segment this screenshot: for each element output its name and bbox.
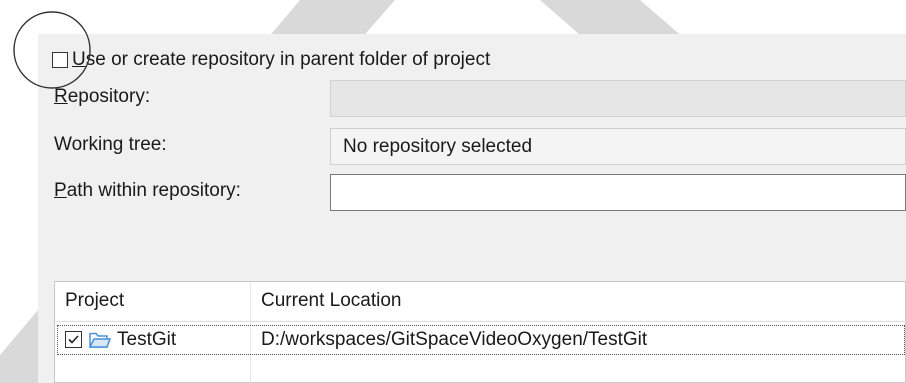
share-project-dialog: Use or create repository in parent folde…	[0, 0, 906, 383]
folder-icon	[89, 332, 111, 348]
use-parent-repo-label: Use or create repository in parent folde…	[72, 49, 491, 70]
repository-field	[330, 80, 906, 117]
working-tree-field: No repository selected	[330, 128, 906, 165]
highlight-circle	[13, 11, 91, 89]
current-location-cell: D:/workspaces/GitSpaceVideoOxygen/TestGi…	[261, 329, 648, 350]
working-tree-label: Working tree:	[54, 134, 167, 155]
highlight-circle-ring	[13, 11, 91, 89]
git-repository-panel: Use or create repository in parent folde…	[38, 34, 906, 383]
project-name-cell: TestGit	[117, 329, 177, 350]
column-header-current-location[interactable]: Current Location	[251, 282, 906, 321]
table-row[interactable]: TestGit D:/workspaces/GitSpaceVideoOxyge…	[55, 324, 906, 356]
projects-table-header: Project Current Location	[55, 282, 906, 322]
column-header-project[interactable]: Project	[55, 282, 250, 321]
project-checkbox[interactable]	[65, 331, 82, 348]
path-within-repo-label: Path within repository:	[54, 180, 241, 201]
projects-table: Project Current Location TestGit D:/work…	[54, 281, 906, 383]
path-within-repo-input[interactable]	[330, 174, 906, 211]
use-parent-repo-option[interactable]: Use or create repository in parent folde…	[52, 46, 490, 74]
checkmark-icon	[68, 335, 79, 344]
